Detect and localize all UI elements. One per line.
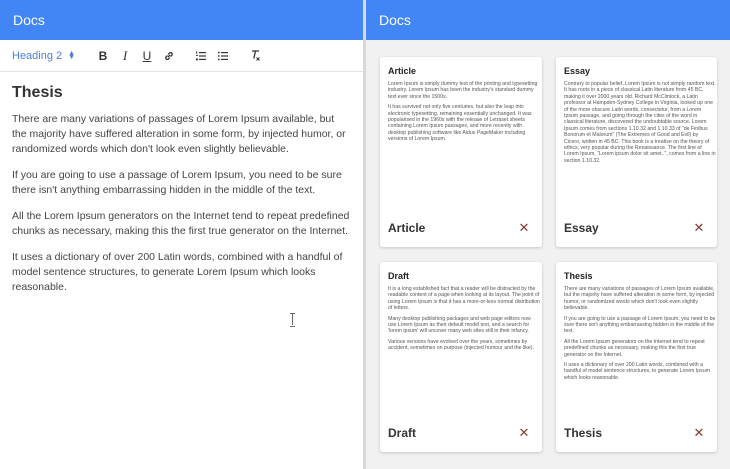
underline-button[interactable]: U [136,45,158,67]
card-preview: There are many variations of passages of… [564,286,716,385]
ordered-list-icon [196,51,206,60]
editor-toolbar: Heading 2 ▲ ▼ B I U [0,40,363,72]
card-preview-paragraph: It has survived not only five centuries,… [388,104,532,143]
paragraph: It uses a dictionary of over 200 Latin w… [12,251,343,293]
card-name: Essay [564,221,599,235]
card-preview-paragraph: Many desktop publishing packages and web… [388,315,531,335]
heading-select[interactable]: Heading 2 ▲ ▼ [12,50,92,62]
card-title: Thesis [564,271,593,281]
delete-icon[interactable]: ✕ [693,426,705,439]
card-preview-paragraph: All the Lorem Ipsum generators on the In… [564,338,705,358]
ordered-list-button[interactable] [190,45,212,67]
editor-appbar-title: Docs [13,12,45,28]
doc-card-thesis[interactable]: Thesis There are many variations of pass… [556,262,717,452]
app-root: Docs Heading 2 ▲ ▼ B I U Thesis There ar… [0,0,730,469]
text-cursor-icon [290,313,296,327]
paragraph: There are many variations of passages of… [12,113,346,155]
italic-button[interactable]: I [114,45,136,67]
editor-pane: Docs Heading 2 ▲ ▼ B I U Thesis There ar… [0,0,363,469]
document-title: Thesis [12,84,63,101]
editor-content[interactable]: Thesis There are many variations of pass… [0,72,363,295]
card-preview: Lorem Ipsum is simply dummy text of the … [388,81,540,147]
link-button[interactable] [158,45,180,67]
card-title: Draft [388,271,410,281]
gallery-appbar-title: Docs [379,12,411,28]
card-preview: It is a long established fact that a rea… [388,286,540,356]
doc-card-draft[interactable]: Draft It is a long established fact that… [380,262,542,452]
card-preview-paragraph: It is a long established fact that a rea… [388,286,540,312]
delete-icon[interactable]: ✕ [693,221,705,234]
card-preview-paragraph: It uses a dictionary of over 200 Latin w… [564,362,710,381]
heading-select-value: Heading 2 [12,49,63,62]
gallery-appbar: Docs [366,0,730,40]
card-preview-paragraph: Lorem Ipsum is simply dummy text of the … [388,81,538,100]
card-name: Thesis [564,426,603,440]
bullet-list-icon [217,51,228,60]
card-preview-paragraph: Contrary to popular belief, Lorem Ipsum … [564,81,716,164]
delete-icon[interactable]: ✕ [518,221,530,234]
card-name: Article [388,221,426,235]
bullet-list-button[interactable] [212,45,234,67]
clear-format-button[interactable] [244,45,266,67]
link-icon [165,51,173,60]
doc-card-essay[interactable]: Essay Contrary to popular belief, Lorem … [556,57,717,247]
doc-card-article[interactable]: Article Lorem Ipsum is simply dummy text… [380,57,542,247]
clear-format-icon [251,50,260,61]
gallery-pane: Docs Article Lorem Ipsum is simply dummy… [366,0,730,469]
paragraph: If you are going to use a passage of Lor… [12,169,342,196]
card-title: Article [388,66,417,76]
card-title: Essay [564,66,591,76]
card-preview-paragraph: Various versions have evolved over the y… [388,338,534,352]
card-preview-paragraph: If you are going to use a passage of Lor… [564,315,716,335]
card-preview: Contrary to popular belief, Lorem Ipsum … [564,81,716,168]
card-preview-paragraph: There are many variations of passages of… [564,286,715,312]
delete-icon[interactable]: ✕ [518,426,530,439]
card-grid: Article Lorem Ipsum is simply dummy text… [366,40,730,469]
bold-button[interactable]: B [92,45,114,67]
editor-appbar: Docs [0,0,363,40]
updown-arrows-icon: ▲ ▼ [68,49,76,61]
paragraph: All the Lorem Ipsum generators on the In… [12,210,350,237]
card-name: Draft [388,426,417,440]
